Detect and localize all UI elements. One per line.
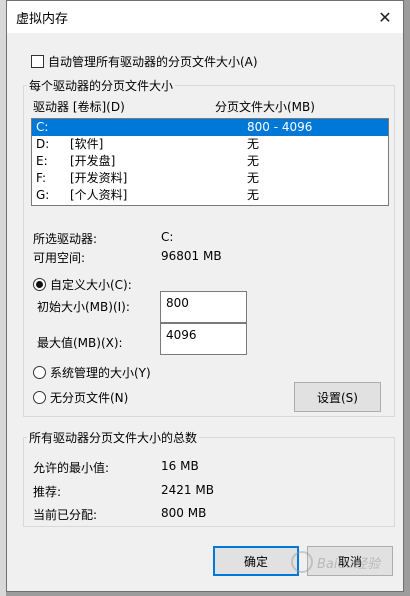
system-managed-radio[interactable] bbox=[33, 366, 46, 379]
drive-letter: G: bbox=[36, 188, 50, 202]
drive-letter: F: bbox=[36, 171, 47, 185]
ok-button-label: 确定 bbox=[243, 554, 268, 569]
custom-size-radio[interactable] bbox=[33, 278, 46, 291]
max-size-label: 最大值(MB)(X): bbox=[37, 336, 123, 350]
drive-volume: [个人资料] bbox=[70, 188, 128, 202]
ok-button[interactable]: 确定 bbox=[213, 546, 299, 576]
drive-letter: C: bbox=[36, 120, 49, 134]
drive-letter: D: bbox=[36, 137, 50, 151]
drive-volume: [软件] bbox=[70, 137, 104, 151]
drive-row-c[interactable]: C: 800 - 4096 bbox=[32, 119, 388, 136]
totals-group-label: 所有驱动器分页文件大小的总数 bbox=[27, 429, 200, 446]
max-size-input[interactable]: 4096 bbox=[160, 323, 247, 355]
baidu-paw-icon bbox=[291, 551, 313, 573]
drive-row-e[interactable]: E: [开发盘] 无 bbox=[32, 153, 388, 170]
free-space-label: 可用空间: bbox=[33, 251, 86, 265]
drive-row-d[interactable]: D: [软件] 无 bbox=[32, 136, 388, 153]
drive-row-g[interactable]: G: [个人资料] 无 bbox=[32, 187, 388, 204]
drive-size: 无 bbox=[247, 154, 260, 168]
per-drive-group-label: 每个驱动器的分页文件大小 bbox=[27, 77, 176, 94]
drive-size: 800 - 4096 bbox=[247, 120, 313, 134]
window-title: 虚拟内存 bbox=[16, 12, 69, 27]
free-space-value: 96801 MB bbox=[161, 249, 222, 263]
set-button-label: 设置(S) bbox=[317, 390, 358, 405]
initial-size-label: 初始大小(MB)(I): bbox=[37, 300, 130, 314]
drive-list[interactable]: C: 800 - 4096 D: [软件] 无 E: [开发盘] 无 F: [开… bbox=[31, 118, 389, 206]
initial-size-input[interactable]: 800 bbox=[160, 291, 247, 323]
column-header-drive: 驱动器 [卷标](D) bbox=[33, 100, 125, 114]
drive-volume: [开发盘] bbox=[70, 154, 116, 168]
virtual-memory-dialog: 虚拟内存 ✕ 自动管理所有驱动器的分页文件大小(A) 每个驱动器的分页文件大小 … bbox=[6, 0, 404, 592]
currently-allocated-value: 800 MB bbox=[161, 506, 207, 520]
auto-manage-label[interactable]: 自动管理所有驱动器的分页文件大小(A) bbox=[48, 53, 258, 70]
auto-manage-checkbox[interactable] bbox=[31, 55, 44, 68]
no-paging-file-radio[interactable] bbox=[33, 391, 46, 404]
title-bar[interactable]: 虚拟内存 ✕ bbox=[7, 1, 403, 33]
column-header-size: 分页文件大小(MB) bbox=[215, 100, 315, 114]
drive-volume: [开发资料] bbox=[70, 171, 128, 185]
drive-size: 无 bbox=[247, 188, 260, 202]
close-button[interactable]: ✕ bbox=[373, 5, 397, 29]
close-icon: ✕ bbox=[378, 7, 392, 27]
currently-allocated-label: 当前已分配: bbox=[33, 508, 98, 522]
custom-size-label[interactable]: 自定义大小(C): bbox=[50, 276, 132, 293]
recommended-value: 2421 MB bbox=[161, 483, 214, 497]
drive-size: 无 bbox=[247, 171, 260, 185]
system-managed-label[interactable]: 系统管理的大小(Y) bbox=[50, 364, 151, 381]
no-paging-file-label[interactable]: 无分页文件(N) bbox=[50, 389, 128, 406]
drive-size: 无 bbox=[247, 137, 260, 151]
watermark-text: Baidu经验 bbox=[317, 556, 380, 572]
drive-letter: E: bbox=[36, 154, 48, 168]
selected-drive-label: 所选驱动器: bbox=[33, 232, 98, 246]
recommended-label: 推荐: bbox=[33, 485, 62, 499]
min-allowed-value: 16 MB bbox=[161, 459, 199, 473]
set-button[interactable]: 设置(S) bbox=[294, 382, 381, 412]
selected-drive-value: C: bbox=[161, 230, 174, 244]
drive-row-f[interactable]: F: [开发资料] 无 bbox=[32, 170, 388, 187]
min-allowed-label: 允许的最小值: bbox=[33, 461, 110, 475]
baidu-watermark: Baidu经验 bbox=[291, 547, 387, 577]
